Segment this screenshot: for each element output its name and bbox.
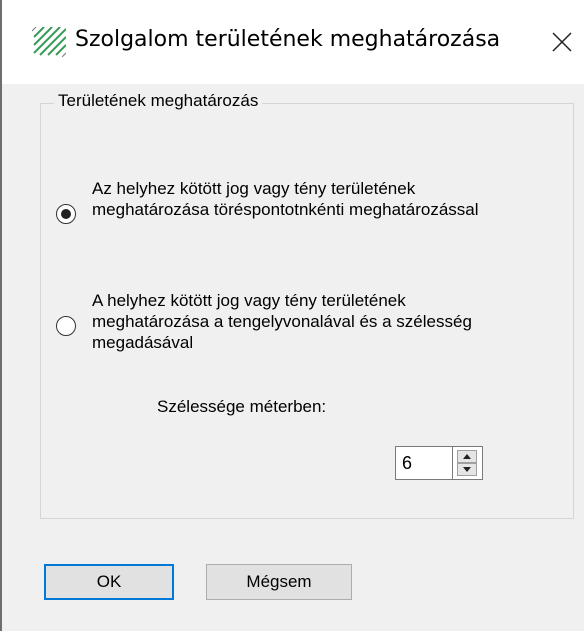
option-axis-width-label[interactable]: A helyhez kötött jog vagy tény területén… bbox=[92, 290, 522, 353]
radio-axis-width[interactable] bbox=[56, 316, 76, 336]
option-breakpoints-label[interactable]: Az helyhez kötött jog vagy tény területé… bbox=[92, 178, 522, 220]
cancel-button[interactable]: Mégsem bbox=[206, 564, 352, 600]
ok-button[interactable]: OK bbox=[44, 564, 174, 600]
window-title: Szolgalom területének meghatározása bbox=[75, 27, 501, 52]
group-label: Területének meghatározás bbox=[54, 91, 263, 111]
title-bar[interactable]: Szolgalom területének meghatározása bbox=[2, 0, 584, 84]
spin-down-icon[interactable] bbox=[457, 463, 477, 476]
dialog-window: Szolgalom területének meghatározása Terü… bbox=[0, 0, 584, 631]
pattern-hatch-icon bbox=[31, 26, 67, 58]
spin-up-icon[interactable] bbox=[457, 450, 477, 463]
width-spinner bbox=[453, 446, 483, 480]
width-label: Szélessége méterben: bbox=[157, 397, 327, 416]
radio-selected-dot bbox=[60, 208, 71, 219]
width-input[interactable] bbox=[395, 446, 453, 480]
close-icon[interactable] bbox=[542, 22, 582, 62]
radio-breakpoints[interactable] bbox=[56, 204, 76, 224]
